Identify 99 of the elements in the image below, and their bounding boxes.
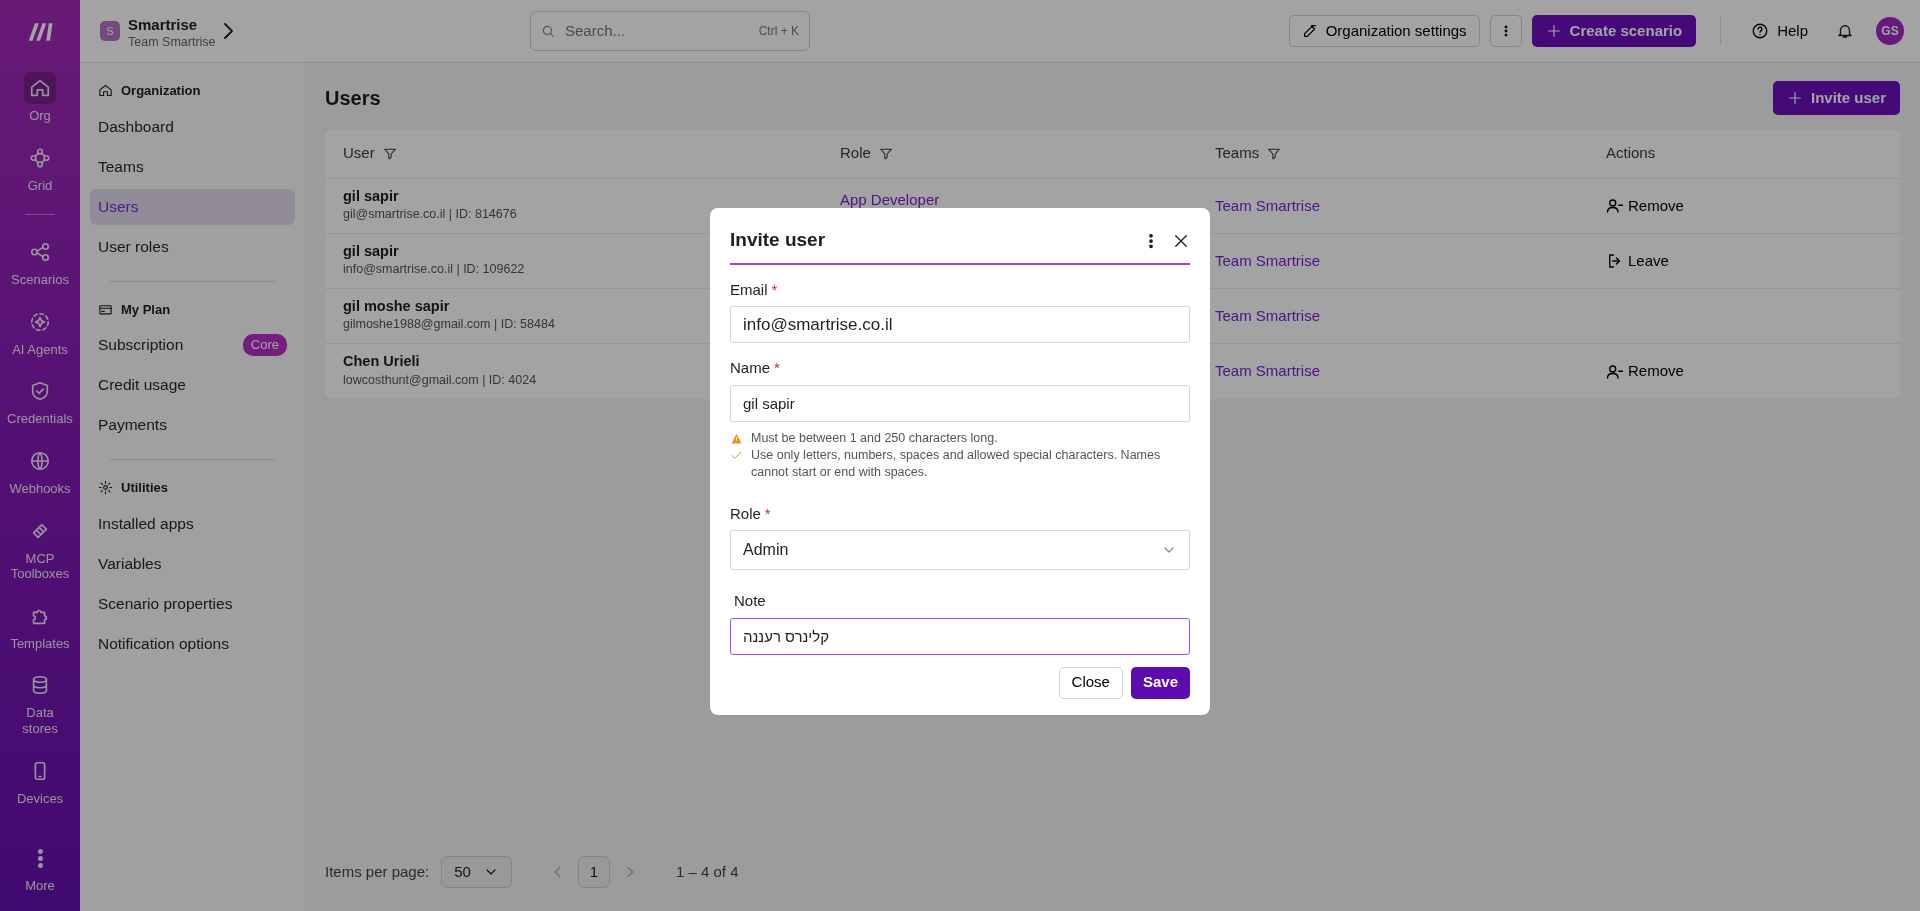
create-scenario-button[interactable]: Create scenario [1531,15,1697,47]
column-header: Teams [1215,143,1260,164]
column-header: User [343,143,375,164]
sidebar-item[interactable]: User roles [90,228,295,265]
user-name: Chen Urieli [343,353,420,371]
user-name: gil sapir [343,187,399,206]
rail-item[interactable]: Credentials [0,366,80,436]
dialog-title: Invite user [730,228,827,253]
input-field[interactable]: קלינרס רעננה [730,617,1190,655]
role-link[interactable]: App Developer [840,191,940,208]
sidebar-item[interactable]: Payments [90,407,295,443]
rail-item[interactable]: More [0,833,80,903]
remove-button[interactable]: Remove [1606,360,1684,383]
sidebar-item[interactable]: Subscription [98,333,184,357]
remove-button[interactable]: Remove [1606,194,1684,218]
rail-item[interactable]: Templates [0,590,80,661]
rail-item[interactable]: Devices [0,745,80,816]
workspace-switcher[interactable]: S Smartrise Team Smartrise [100,13,520,49]
required-mark: * [774,358,780,379]
rail-item[interactable]: Scenarios [0,227,80,297]
sidebar-item[interactable]: Scenario properties [90,585,295,622]
user-details: gilmoshe1988@gmail.com | ID: 58484 [343,316,555,334]
rail-item[interactable]: AI Agents [0,296,80,367]
help-button[interactable]: Help [1745,18,1814,44]
user-name: gil moshe sapir [343,297,450,316]
field-label: Email [730,279,768,300]
items-per-page-label: Items per page: [325,861,430,882]
shortcut-hint: Ctrl + K [758,23,799,40]
shield-icon [29,380,51,403]
section-heading: Organization [121,82,201,100]
home-icon [29,77,51,99]
required-mark: * [771,279,778,300]
nodes-icon [29,146,51,169]
page-size-select[interactable]: 50 [441,856,512,888]
user-details: info@smartrise.co.il | ID: 109622 [343,261,525,279]
section-heading: My Plan [121,300,171,319]
more-icon [37,848,43,868]
filter-icon[interactable] [878,146,893,161]
sidebar-item[interactable]: Users [90,188,295,225]
search-icon [541,24,555,38]
page-range: 1 – 4 of 4 [675,861,739,882]
hint-text: Must be between 1 and 250 characters long. [751,429,998,447]
rail-item[interactable]: MCP Toolboxes [0,505,80,591]
sidebar-item[interactable]: Installed apps [90,505,295,542]
plus-icon [1545,23,1562,39]
section-heading: Utilities [121,479,168,497]
rail-item[interactable]: Org [0,63,80,133]
plus-icon [1786,90,1803,106]
field-label: Name [730,358,770,379]
team-link[interactable]: Team Smartrise [1215,362,1321,380]
rail-item[interactable]: Webhooks [0,435,80,506]
sidebar-item[interactable]: Teams [90,148,295,185]
page-button[interactable]: 1 [577,856,610,888]
share-icon [29,241,51,264]
save-button[interactable]: Save [1130,666,1190,699]
sidebar-item[interactable]: Credit usage [90,367,295,403]
search-field[interactable]: Search... Ctrl + K [530,11,810,51]
leave-button[interactable]: Leave [1606,249,1669,273]
user-name: gil sapir [343,242,399,261]
filter-icon[interactable] [382,146,397,161]
role-select[interactable]: Admin [730,530,1190,571]
user-details: gil@smartrise.co.il | ID: 814676 [343,206,517,224]
close-button[interactable]: Close [1058,666,1123,699]
sidebar-item[interactable]: Notification options [90,625,295,662]
user-details: lowcosthunt@gmail.com | ID: 4024 [343,371,537,389]
organization-settings-button[interactable]: Organization settings [1288,15,1480,47]
rail-item[interactable]: Data stores [0,660,80,746]
team-link[interactable]: Team Smartrise [1215,196,1321,214]
input-field[interactable]: gil sapir [730,384,1190,422]
field-label: Role [730,503,761,524]
rail-item[interactable]: Grid [0,132,80,203]
plan-badge: Core [242,334,287,356]
field-label: Note [734,591,766,612]
hint-text: Use only letters, numbers, spaces and allowed special characters. Names cannot start or end with spaces. [751,446,1162,481]
gear-icon [98,480,113,496]
invite-user-button[interactable]: Invite user [1772,81,1900,115]
team-link[interactable]: Team Smartrise [1215,306,1321,324]
team-link[interactable]: Team Smartrise [1215,251,1321,269]
input-field[interactable]: info@smartrise.co.il [730,306,1190,344]
page-title: Users [325,86,381,111]
help-icon [1751,22,1770,40]
edit-icon [1301,23,1318,39]
bell-icon[interactable] [1836,22,1854,40]
remove-user-icon [1606,362,1624,381]
chevron-right-icon [223,23,233,39]
user-avatar[interactable]: GS [1876,17,1904,45]
remove-user-icon [1606,197,1624,215]
globe-icon [29,449,51,472]
sidebar-item[interactable]: Dashboard [90,108,295,145]
search-input[interactable]: Search... [563,18,751,44]
sparkle-icon [29,310,51,333]
required-mark: * [764,503,771,524]
column-header: Actions [1606,143,1656,164]
filter-icon[interactable] [1267,146,1282,161]
workspace-icon: S [100,21,120,41]
sidebar-item[interactable]: Variables [90,545,295,582]
home-icon [98,83,113,99]
warning-icon [730,431,743,445]
column-header: Role [840,143,871,164]
